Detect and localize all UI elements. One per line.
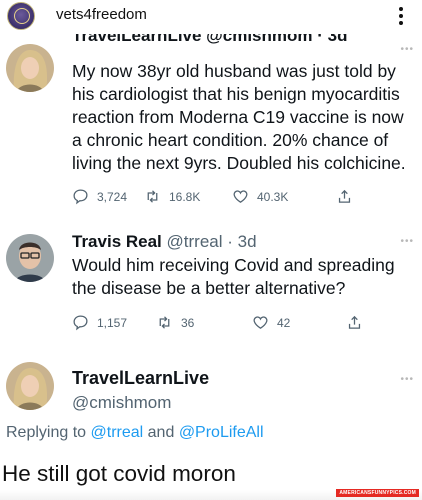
avatar[interactable] (6, 362, 54, 410)
tweet-1: TravelLearnLive @cmishmom · 3d My now 38… (0, 34, 422, 214)
replying-to: Replying to @trreal and @ProLifeAll (6, 424, 264, 441)
avatar[interactable] (6, 44, 54, 92)
heart-icon (253, 316, 268, 329)
mention-link[interactable]: @ProLifeAll (179, 424, 264, 441)
like-count: 40.3K (257, 189, 289, 204)
post-header: vets4freedom (0, 0, 422, 34)
watermark: AMERICANSFUNNYPICS.COM (336, 489, 419, 497)
mention-link[interactable]: @trreal (91, 424, 144, 441)
retweet-count: 36 (181, 315, 195, 330)
retweet-action[interactable]: 36 (156, 314, 194, 331)
share-icon (348, 315, 361, 329)
reply-caption: He still got covid moron (2, 461, 236, 486)
reply-icon (73, 189, 88, 205)
reply-count: 3,724 (97, 189, 128, 204)
tweet-2: Travis Real @trreal · 3d Would him recei… (0, 222, 422, 350)
tweet-header: Travis Real @trreal · 3d (72, 232, 412, 252)
share-icon (338, 189, 351, 203)
tweet-actions: 1,157 36 42 (72, 314, 372, 334)
like-count: 42 (277, 315, 291, 330)
like-action[interactable]: 40.3K (232, 188, 288, 205)
tweet-actions: 3,724 16.8K 40.3K (72, 188, 372, 208)
author-name[interactable]: TravelLearnLive (72, 368, 412, 389)
author-name[interactable]: Travis Real (72, 232, 162, 251)
account-avatar[interactable] (7, 2, 35, 30)
like-action[interactable]: 42 (252, 314, 290, 331)
reply-action[interactable]: 3,724 (72, 188, 127, 205)
tweet-text: Would him receiving Covid and spreading … (72, 255, 395, 298)
retweet-action[interactable]: 16.8K (144, 188, 200, 205)
heart-icon (233, 190, 248, 203)
tweet-text: My now 38yr old husband was just told by… (72, 61, 406, 173)
retweet-icon (159, 316, 170, 329)
account-handle[interactable]: vets4freedom (56, 6, 147, 23)
share-action[interactable] (346, 314, 363, 331)
reply-icon (73, 315, 88, 331)
more-icon[interactable]: ••• (400, 374, 414, 385)
emblem-icon (14, 8, 30, 24)
retweet-icon (147, 190, 158, 203)
tweet-header-cropped: TravelLearnLive @cmishmom · 3d (72, 34, 348, 45)
kebab-menu-icon[interactable] (394, 4, 408, 30)
tweet-time[interactable]: 3d (238, 232, 257, 251)
avatar[interactable] (6, 234, 54, 282)
more-icon[interactable]: ••• (400, 44, 414, 55)
share-action[interactable] (336, 188, 353, 205)
dot-separator: · (227, 232, 233, 251)
author-handle[interactable]: @trreal (167, 232, 223, 251)
author-handle[interactable]: @cmishmom (72, 393, 412, 413)
tweet-3: TravelLearnLive @cmishmom ••• (0, 360, 422, 420)
reply-count: 1,157 (97, 315, 128, 330)
reply-action[interactable]: 1,157 (72, 314, 127, 331)
more-icon[interactable]: ••• (400, 236, 414, 247)
retweet-count: 16.8K (169, 189, 201, 204)
